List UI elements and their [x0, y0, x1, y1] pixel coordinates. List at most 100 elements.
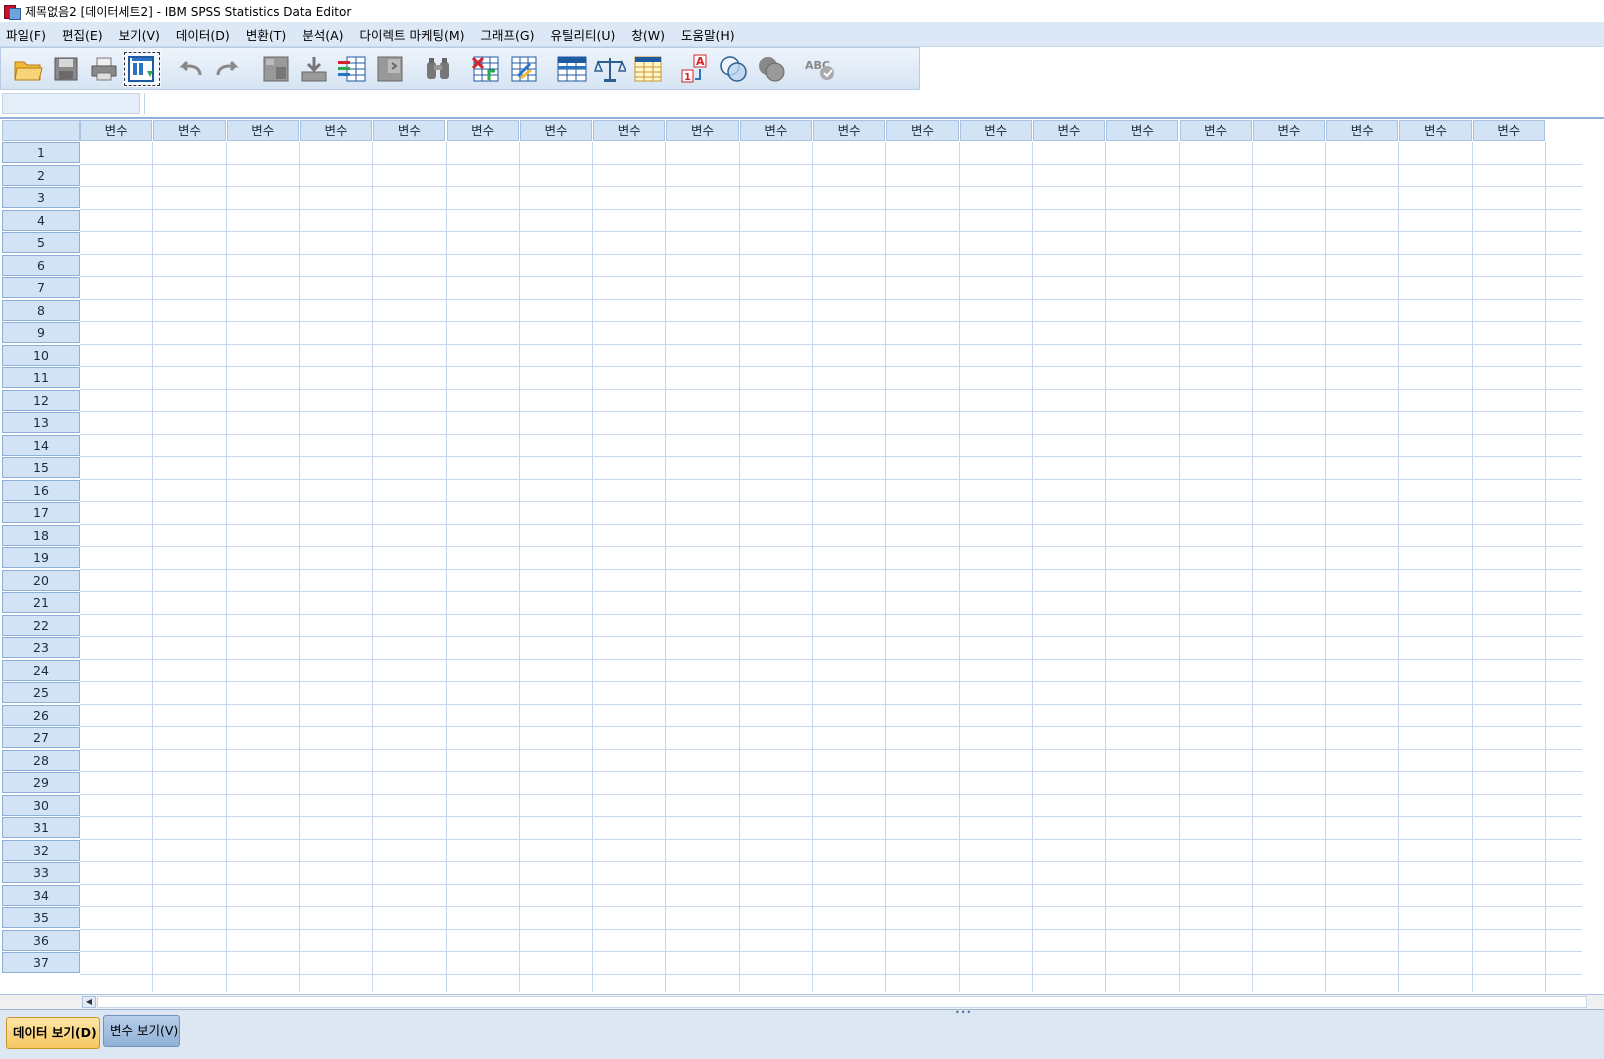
row-header[interactable]: 19 — [2, 547, 80, 568]
column-header[interactable]: 변수 — [813, 120, 886, 141]
spell-check-icon[interactable]: ABC — [801, 51, 839, 87]
variables-icon[interactable] — [333, 51, 371, 87]
menu-data[interactable]: 데이터(D) — [170, 25, 240, 44]
row-header[interactable]: 12 — [2, 389, 80, 411]
scroll-track[interactable] — [97, 996, 1587, 1008]
menu-help[interactable]: 도움말(H) — [675, 25, 745, 44]
save-icon[interactable] — [47, 51, 85, 87]
row-header[interactable]: 11 — [2, 367, 80, 388]
redo-icon[interactable] — [209, 51, 247, 87]
menu-graphs[interactable]: 그래프(G) — [475, 25, 545, 44]
row-header[interactable]: 8 — [2, 299, 80, 321]
column-header[interactable]: 변수 — [593, 120, 666, 141]
insert-cases-icon[interactable] — [467, 51, 505, 87]
horizontal-scrollbar[interactable]: ◀ — [0, 994, 1604, 1009]
column-header[interactable]: 변수 — [519, 120, 593, 141]
column-header[interactable]: 변수 — [1179, 120, 1252, 141]
value-labels-icon[interactable]: A1 — [677, 51, 715, 87]
column-header[interactable]: 변수 — [739, 120, 812, 141]
column-header[interactable]: 변수 — [226, 120, 299, 141]
row-header[interactable]: 32 — [2, 839, 80, 861]
row-header[interactable]: 27 — [2, 727, 80, 748]
row-header[interactable]: 29 — [2, 772, 80, 793]
row-header[interactable]: 22 — [2, 614, 80, 636]
insert-variable-icon[interactable] — [505, 51, 543, 87]
row-header[interactable]: 16 — [2, 479, 80, 501]
column-header[interactable]: 변수 — [299, 120, 373, 141]
row-header[interactable]: 34 — [2, 884, 80, 906]
find-binoculars-icon[interactable] — [419, 51, 457, 87]
row-header[interactable]: 7 — [2, 277, 80, 298]
menu-utilities[interactable]: 유틸리티(U) — [544, 25, 625, 44]
run-descriptives-icon[interactable] — [371, 51, 409, 87]
column-header[interactable]: 변수 — [959, 120, 1032, 141]
row-header[interactable]: 18 — [2, 524, 80, 546]
column-header[interactable]: 변수 — [1326, 120, 1399, 141]
row-header[interactable]: 24 — [2, 659, 80, 681]
column-header[interactable]: 변수 — [80, 120, 153, 141]
scroll-left-arrow-icon[interactable]: ◀ — [82, 996, 96, 1008]
row-header[interactable]: 35 — [2, 907, 80, 928]
select-cases-icon[interactable] — [629, 51, 667, 87]
undo-icon[interactable] — [171, 51, 209, 87]
grid-corner[interactable] — [2, 120, 80, 141]
goto-case-icon[interactable] — [257, 51, 295, 87]
use-variable-sets-icon[interactable] — [715, 51, 753, 87]
open-folder-icon[interactable] — [9, 51, 47, 87]
grid-column-line — [1031, 142, 1033, 992]
tab-variable-view[interactable]: 변수 보기(V) — [103, 1015, 180, 1047]
column-header[interactable]: 변수 — [1472, 120, 1545, 141]
tab-data-view[interactable]: 데이터 보기(D) — [6, 1017, 100, 1049]
menu-view[interactable]: 보기(V) — [113, 25, 170, 44]
grid-column-line — [152, 142, 154, 992]
cell-value-input[interactable] — [144, 93, 1600, 114]
row-header[interactable]: 36 — [2, 929, 80, 951]
column-header[interactable]: 변수 — [666, 120, 739, 141]
cell-reference-box[interactable] — [2, 93, 140, 114]
row-header[interactable]: 4 — [2, 209, 80, 231]
show-all-variables-icon[interactable] — [753, 51, 791, 87]
recall-dialog-icon[interactable] — [123, 50, 161, 87]
row-header[interactable]: 13 — [2, 412, 80, 433]
goto-variable-icon[interactable] — [295, 51, 333, 87]
column-header[interactable]: 변수 — [373, 120, 446, 141]
row-header[interactable]: 17 — [2, 502, 80, 523]
row-header[interactable]: 37 — [2, 952, 80, 973]
print-icon[interactable] — [85, 51, 123, 87]
menu-transform[interactable]: 변환(T) — [240, 25, 296, 44]
column-header[interactable]: 변수 — [1252, 120, 1326, 141]
column-header[interactable]: 변수 — [1106, 120, 1179, 141]
row-header[interactable]: 14 — [2, 434, 80, 456]
row-header[interactable]: 31 — [2, 817, 80, 838]
column-header[interactable]: 변수 — [1032, 120, 1106, 141]
cell-editor-bar — [0, 91, 1604, 119]
row-header[interactable]: 1 — [2, 142, 80, 163]
menu-window[interactable]: 창(W) — [625, 25, 675, 44]
row-header[interactable]: 6 — [2, 254, 80, 276]
menu-file[interactable]: 파일(F) — [0, 25, 56, 44]
menu-analyze[interactable]: 분석(A) — [296, 25, 353, 44]
row-header[interactable]: 2 — [2, 164, 80, 186]
row-header[interactable]: 3 — [2, 187, 80, 208]
column-header[interactable]: 변수 — [446, 120, 519, 141]
row-header[interactable]: 20 — [2, 569, 80, 591]
row-header[interactable]: 15 — [2, 457, 80, 478]
row-header[interactable]: 5 — [2, 232, 80, 253]
row-header[interactable]: 9 — [2, 322, 80, 343]
column-header[interactable]: 변수 — [886, 120, 959, 141]
menu-edit[interactable]: 편집(E) — [56, 25, 113, 44]
grid-column-line — [958, 142, 960, 992]
row-header[interactable]: 21 — [2, 592, 80, 613]
row-header[interactable]: 26 — [2, 704, 80, 726]
row-header[interactable]: 25 — [2, 682, 80, 703]
row-header[interactable]: 30 — [2, 794, 80, 816]
column-header[interactable]: 변수 — [1399, 120, 1472, 141]
split-file-icon[interactable] — [553, 51, 591, 87]
column-header[interactable]: 변수 — [153, 120, 226, 141]
row-header[interactable]: 10 — [2, 344, 80, 366]
row-header[interactable]: 28 — [2, 749, 80, 771]
row-header[interactable]: 23 — [2, 637, 80, 658]
row-header[interactable]: 33 — [2, 862, 80, 883]
weight-cases-icon[interactable] — [591, 51, 629, 87]
menu-direct-marketing[interactable]: 다이렉트 마케팅(M) — [354, 25, 475, 44]
